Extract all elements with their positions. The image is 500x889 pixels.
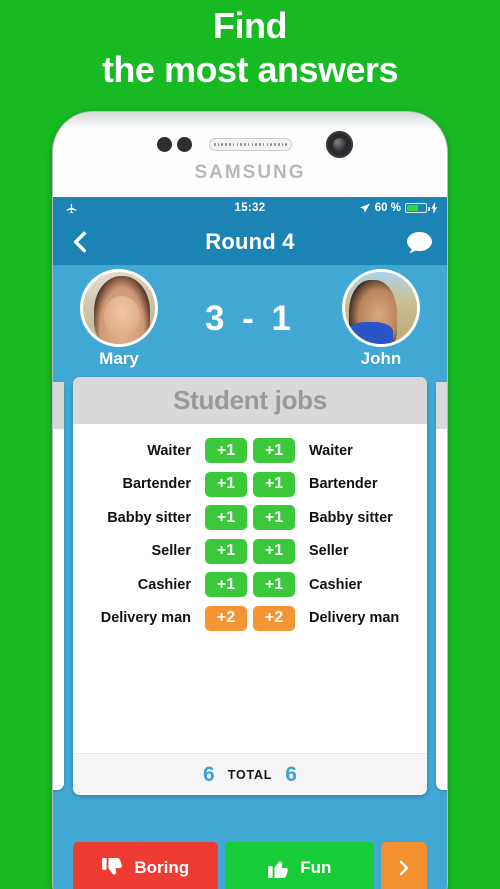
fun-button[interactable]: Fun (224, 842, 375, 889)
answer-badge-right[interactable]: +1 (253, 438, 295, 464)
total-label: TOTAL (227, 767, 273, 782)
lightning-bolt-icon (431, 202, 438, 214)
answer-label-left: Babby sitter (107, 509, 191, 526)
answer-label-right: Waiter (309, 442, 353, 459)
battery-icon (405, 203, 430, 213)
light-sensor-icon (177, 137, 192, 152)
score-header: Mary 3 - 1 John (53, 265, 447, 372)
answer-badge-right[interactable]: +2 (253, 605, 295, 631)
phone-brand-label: SAMSUNG (194, 162, 306, 183)
fun-button-label: Fun (300, 858, 332, 877)
earpiece-speaker-icon (209, 138, 292, 151)
status-bar: 15:32 60 % (53, 197, 447, 219)
answer-label-right: Babby sitter (309, 509, 393, 526)
phone-screen: 15:32 60 % Round 4 Mary 3 - 1 John Stude… (53, 197, 447, 889)
table-row: Delivery man +2 +2 Delivery man (73, 602, 427, 636)
answer-badge-right[interactable]: +1 (253, 572, 295, 598)
answer-label-right: Delivery man (309, 610, 400, 627)
answer-badge-right[interactable]: +1 (253, 538, 295, 564)
answer-label-left: Waiter (147, 442, 191, 459)
card-footer: 6 TOTAL 6 (73, 753, 427, 795)
phone-mockup: SAMSUNG 15:32 60 % Round 4 Mary 3 - 1 Jo… (53, 112, 447, 889)
table-row: Bartender +1 +1 Bartender (73, 468, 427, 502)
table-row: Waiter +1 +1 Waiter (73, 434, 427, 468)
card-title: Student jobs (173, 385, 327, 415)
avatar-mary[interactable] (80, 268, 158, 347)
answer-label-right: Seller (309, 543, 349, 560)
promo-headline: Find the most answers (0, 4, 500, 92)
table-row: Babby sitter +1 +1 Babby sitter (73, 501, 427, 535)
status-bar-right: 60 % (359, 202, 438, 214)
total-left: 6 (203, 762, 215, 786)
chevron-right-icon (399, 860, 409, 876)
answers-list: Waiter +1 +1 Waiter Bartender +1 +1 Bart… (73, 424, 427, 753)
chevron-left-icon[interactable] (67, 228, 93, 256)
chat-bubble-icon[interactable] (406, 231, 433, 254)
table-row: Cashier +1 +1 Cashier (73, 568, 427, 602)
phone-top-bezel: SAMSUNG (53, 112, 447, 200)
player-left[interactable]: Mary (71, 268, 167, 369)
headline-line-2: the most answers (101, 49, 399, 90)
boring-button[interactable]: Boring (73, 842, 218, 889)
answer-label-right: Cashier (309, 576, 363, 593)
answer-badge-right[interactable]: +1 (253, 505, 295, 531)
card-previous-peek[interactable] (53, 382, 64, 790)
answer-badge-left[interactable]: +1 (205, 538, 247, 564)
player-left-name: Mary (99, 348, 139, 368)
player-right-name: John (360, 348, 402, 368)
question-card: Student jobs Waiter +1 +1 Waiter Bartend… (73, 377, 427, 795)
page-title: Round 4 (205, 229, 295, 254)
card-next-peek[interactable] (436, 382, 447, 790)
answer-label-left: Delivery man (100, 610, 191, 627)
table-row: Seller +1 +1 Seller (73, 535, 427, 569)
match-score: 3 - 1 (204, 298, 296, 338)
location-arrow-icon (359, 203, 370, 213)
answer-badge-left[interactable]: +1 (205, 471, 247, 497)
answer-label-left: Bartender (122, 476, 192, 493)
headline-line-1: Find (213, 5, 287, 46)
answer-label-left: Seller (151, 543, 192, 560)
card-carousel[interactable]: Student jobs Waiter +1 +1 Waiter Bartend… (53, 372, 447, 816)
proximity-sensor-icon (157, 137, 172, 152)
nav-bar: Round 4 (53, 219, 447, 265)
total-right: 6 (285, 762, 297, 786)
next-button[interactable] (381, 842, 427, 889)
thumbs-up-icon (268, 861, 289, 878)
boring-button-label: Boring (134, 858, 190, 877)
answer-badge-left[interactable]: +2 (205, 605, 247, 631)
player-right[interactable]: John (333, 268, 429, 369)
battery-percent-label: 60 % (374, 202, 401, 214)
answer-badge-left[interactable]: +1 (205, 505, 247, 531)
answer-label-left: Cashier (137, 576, 191, 593)
answer-badge-left[interactable]: +1 (205, 438, 247, 464)
card-header: Student jobs (73, 377, 427, 424)
answer-badge-left[interactable]: +1 (205, 572, 247, 598)
front-camera-icon (326, 131, 353, 158)
action-bar: Boring Fun (53, 834, 447, 889)
answer-label-right: Bartender (309, 476, 378, 493)
answer-badge-right[interactable]: +1 (253, 471, 295, 497)
thumbs-down-icon (102, 858, 123, 875)
avatar-john[interactable] (341, 268, 420, 347)
